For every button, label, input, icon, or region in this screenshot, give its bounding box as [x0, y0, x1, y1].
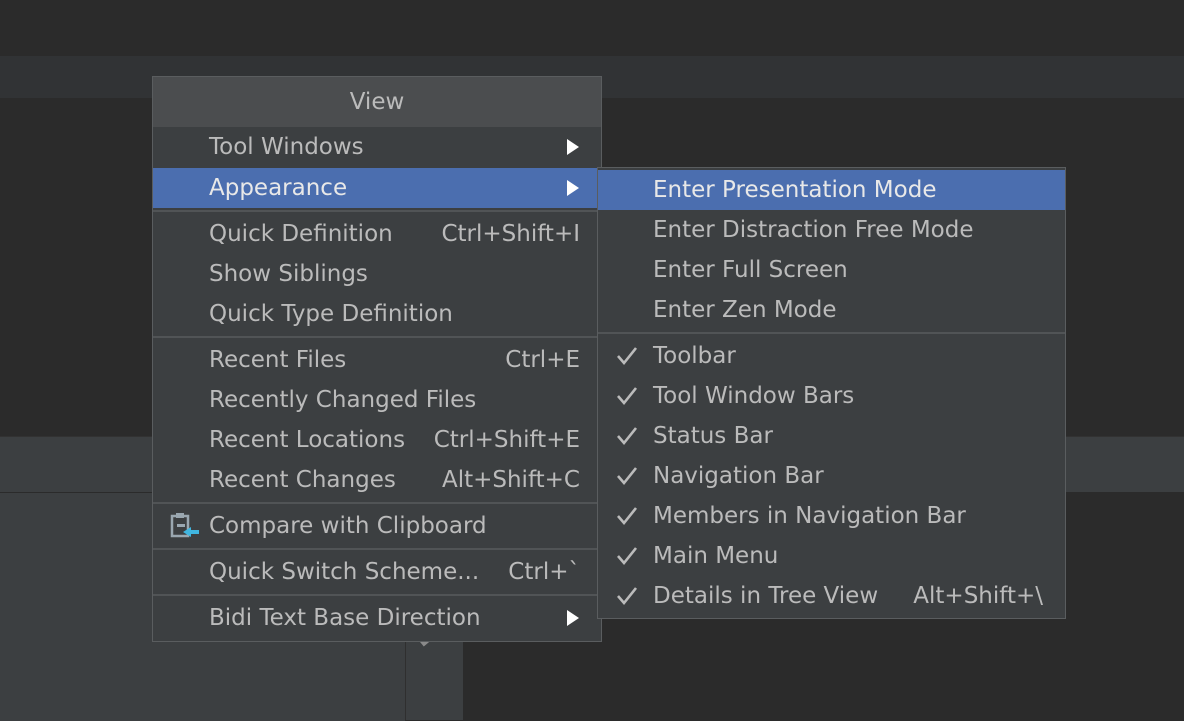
menu-item-label: Recently Changed Files: [209, 387, 477, 413]
menu-item-tool-window-bars[interactable]: Tool Window Bars: [598, 376, 1065, 416]
menu-item-label: Status Bar: [653, 423, 773, 449]
menu-item-label: Tool Window Bars: [653, 383, 855, 409]
menu-separator: [153, 210, 601, 212]
menu-item-label: Quick Type Definition: [209, 301, 453, 327]
checkmark-icon: [617, 427, 638, 446]
menu-item-members-in-navigation-bar[interactable]: Members in Navigation Bar: [598, 496, 1065, 536]
menu-item-label: Enter Zen Mode: [653, 297, 837, 323]
menu-item-shortcut: Ctrl+E: [505, 347, 580, 373]
menu-item-appearance[interactable]: Appearance: [153, 168, 601, 208]
menu-separator: [153, 502, 601, 504]
menu-item-label: Recent Locations: [209, 427, 406, 453]
menu-item-main-menu[interactable]: Main Menu: [598, 536, 1065, 576]
menu-item-enter-zen-mode[interactable]: Enter Zen Mode: [598, 290, 1065, 330]
checkmark-icon: [617, 467, 638, 486]
menu-item-label: Quick Switch Scheme...: [209, 559, 480, 585]
view-popup-menu: View Tool Windows Appearance Quick Defin…: [152, 76, 602, 642]
submenu-arrow-icon: [567, 139, 579, 155]
menu-item-recently-changed-files[interactable]: Recently Changed Files: [153, 380, 601, 420]
menu-item-recent-locations[interactable]: Recent Locations Ctrl+Shift+E: [153, 420, 601, 460]
menu-item-shortcut: Ctrl+Shift+I: [441, 221, 580, 247]
checkmark-icon: [617, 347, 638, 366]
submenu-arrow-icon: [567, 610, 579, 626]
menu-item-quick-type-definition[interactable]: Quick Type Definition: [153, 294, 601, 334]
menu-item-enter-distraction-free-mode[interactable]: Enter Distraction Free Mode: [598, 210, 1065, 250]
menu-item-label: Recent Changes: [209, 467, 396, 493]
menu-item-recent-changes[interactable]: Recent Changes Alt+Shift+C: [153, 460, 601, 500]
menu-item-label: Enter Presentation Mode: [653, 177, 937, 203]
menu-item-label: Navigation Bar: [653, 463, 824, 489]
checkmark-icon: [617, 387, 638, 406]
menu-item-label: Enter Full Screen: [653, 257, 848, 283]
menu-item-label: Members in Navigation Bar: [653, 503, 966, 529]
checkmark-icon: [617, 507, 638, 526]
appearance-submenu: Enter Presentation Mode Enter Distractio…: [597, 167, 1066, 619]
menu-item-label: Recent Files: [209, 347, 347, 373]
checkmark-icon: [617, 587, 638, 606]
menu-item-status-bar[interactable]: Status Bar: [598, 416, 1065, 456]
menu-item-label: Appearance: [209, 175, 348, 201]
menu-item-enter-presentation-mode[interactable]: Enter Presentation Mode: [598, 170, 1065, 210]
menu-item-quick-switch-scheme[interactable]: Quick Switch Scheme... Ctrl+`: [153, 552, 601, 592]
menu-item-enter-full-screen[interactable]: Enter Full Screen: [598, 250, 1065, 290]
menu-item-compare-with-clipboard[interactable]: Compare with Clipboard: [153, 506, 601, 546]
menu-item-label: Bidi Text Base Direction: [209, 605, 481, 631]
menu-item-shortcut: Alt+Shift+\: [913, 583, 1043, 609]
menu-item-label: Details in Tree View: [653, 583, 879, 609]
menu-item-shortcut: Alt+Shift+C: [441, 467, 580, 493]
menu-item-label: Enter Distraction Free Mode: [653, 217, 974, 243]
menu-item-label: Quick Definition: [209, 221, 393, 247]
menu-item-label: Show Siblings: [209, 261, 368, 287]
menu-item-bidi-text-base-direction[interactable]: Bidi Text Base Direction: [153, 598, 601, 638]
menu-item-label: Toolbar: [653, 343, 736, 369]
menu-item-toolbar[interactable]: Toolbar: [598, 336, 1065, 376]
menu-item-show-siblings[interactable]: Show Siblings: [153, 254, 601, 294]
checkmark-icon: [617, 547, 638, 566]
menu-item-details-in-tree-view[interactable]: Details in Tree View Alt+Shift+\: [598, 576, 1065, 616]
menu-item-recent-files[interactable]: Recent Files Ctrl+E: [153, 340, 601, 380]
menu-item-quick-definition[interactable]: Quick Definition Ctrl+Shift+I: [153, 214, 601, 254]
submenu-arrow-icon: [567, 180, 579, 196]
menu-separator: [153, 594, 601, 596]
menu-item-shortcut: Ctrl+Shift+E: [433, 427, 580, 453]
menu-item-navigation-bar[interactable]: Navigation Bar: [598, 456, 1065, 496]
menu-item-tool-windows[interactable]: Tool Windows: [153, 127, 601, 167]
menu-separator: [598, 332, 1065, 334]
menu-item-shortcut: Ctrl+`: [508, 559, 580, 585]
compare-clipboard-icon: [170, 513, 199, 538]
menu-item-label: Compare with Clipboard: [209, 513, 487, 539]
menu-item-label: Tool Windows: [209, 134, 364, 160]
menu-item-label: Main Menu: [653, 543, 779, 569]
menu-separator: [153, 336, 601, 338]
editor-top-area: [0, 0, 1184, 56]
popup-title: View: [153, 77, 601, 127]
menu-separator: [153, 548, 601, 550]
